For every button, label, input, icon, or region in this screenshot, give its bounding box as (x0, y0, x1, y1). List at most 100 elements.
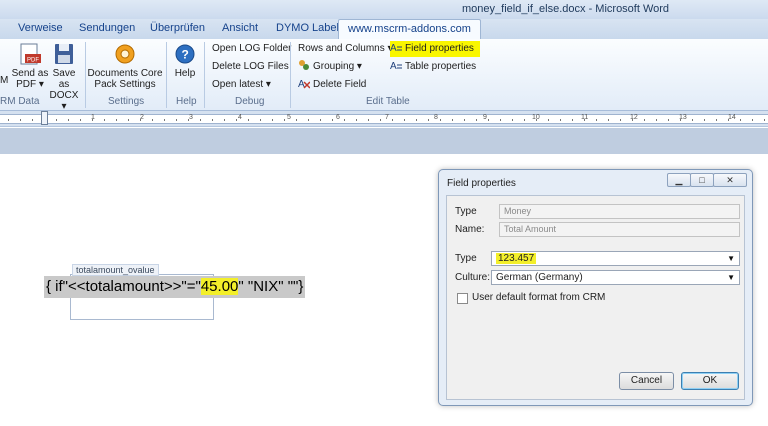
ruler-tick (68, 119, 69, 121)
group-label-help: Help (176, 96, 197, 107)
send-as-pdf-label: Send as (11, 68, 49, 79)
ruler-tick (260, 119, 261, 121)
ruler-tick (92, 119, 93, 121)
save-as-docx-label: Save as (52, 68, 76, 90)
ruler-number: 3 (189, 114, 193, 121)
rows-and-columns-button[interactable]: Rows and Columns ▾ (298, 41, 393, 57)
tab-dymo-label[interactable]: DYMO Label (276, 22, 339, 34)
open-log-folder-button[interactable]: Open LOG Folder (212, 41, 291, 57)
ruler-number: 9 (483, 114, 487, 121)
ruler-tick (572, 119, 573, 121)
table-properties-button[interactable]: A Table properties (390, 59, 476, 75)
ruler-tick (608, 119, 609, 121)
ruler-tick (104, 119, 105, 121)
tab-mscrm-addons[interactable]: www.mscrm-addons.com (338, 19, 481, 40)
tab-sendungen[interactable]: Sendungen (79, 22, 135, 34)
grouping-label: Grouping ▾ (313, 61, 362, 72)
pack-settings-label: Pack Settings (94, 79, 156, 90)
group-separator (85, 42, 86, 108)
close-button[interactable]: ✕ (713, 173, 747, 187)
type-label: Type (455, 206, 477, 217)
format-type-label: Type (455, 253, 477, 264)
group-label-debug: Debug (235, 96, 265, 107)
open-latest-button[interactable]: Open latest ▾ (212, 77, 271, 93)
ribbon-m-button[interactable]: M (0, 73, 8, 89)
svg-text:?: ? (182, 48, 189, 62)
ruler-tick (752, 119, 753, 121)
grouping-button[interactable]: Grouping ▾ (298, 59, 362, 75)
ruler-tick (212, 119, 213, 121)
user-default-format-checkbox[interactable] (457, 293, 468, 304)
ruler-tick (740, 119, 741, 121)
dialog-client-area: Type Money Name: Total Amount Type 123.4… (446, 195, 745, 400)
content-control-tag[interactable]: totalamount_ovalue (72, 264, 159, 276)
ruler-tick (140, 119, 141, 121)
gear-icon (112, 42, 138, 66)
ruler-tick (632, 119, 633, 121)
format-type-select[interactable]: 123.457 ▼ (491, 251, 740, 266)
send-as-pdf-label-2: PDF ▾ (16, 79, 44, 90)
ruler-tick (308, 119, 309, 121)
maximize-button[interactable]: □ (690, 173, 714, 187)
close-icon: ✕ (726, 175, 734, 185)
ruler-number: 14 (728, 114, 736, 121)
field-code-prefix: { if"<<totalamount>>"=" (46, 278, 201, 295)
name-field: Total Amount (499, 222, 740, 237)
ruler-tick (32, 119, 33, 121)
ruler-tick (116, 119, 117, 121)
ruler-tick (548, 119, 549, 121)
ruler-tick (476, 119, 477, 121)
tab-ueberpruefen[interactable]: Überprüfen (150, 22, 205, 34)
cancel-button[interactable]: Cancel (619, 372, 674, 390)
field-properties-button[interactable]: A Field properties (390, 41, 480, 57)
ruler-tick (560, 119, 561, 121)
ruler-tick (668, 119, 669, 121)
svg-text:A: A (390, 61, 397, 71)
minimize-button[interactable]: ▁ (667, 173, 691, 187)
ruler-tick (488, 119, 489, 121)
ok-button[interactable]: OK (681, 372, 739, 390)
ruler-tick (272, 119, 273, 121)
ruler-number: 4 (238, 114, 242, 121)
ruler-tick (416, 119, 417, 121)
maximize-icon: □ (699, 175, 705, 185)
ruler-tick (248, 119, 249, 121)
help-button[interactable]: ? Help (170, 42, 200, 79)
send-as-pdf-button[interactable]: PDF Send as PDF ▾ (11, 42, 49, 90)
ruler-tick (296, 119, 297, 121)
ruler-tick (440, 119, 441, 121)
ruler-number: 5 (287, 114, 291, 121)
document-background (0, 128, 768, 154)
floppy-disk-icon (51, 42, 77, 66)
table-properties-icon: A (390, 59, 402, 72)
save-as-docx-button[interactable]: Save as DOCX ▾ (47, 42, 81, 112)
dialog-title: Field properties (447, 178, 516, 189)
indent-marker[interactable] (41, 111, 48, 125)
documents-core-label: Documents Core (87, 68, 163, 79)
ruler-tick (728, 119, 729, 121)
field-properties-icon: A (390, 41, 402, 54)
culture-value: German (Germany) (496, 272, 583, 283)
tab-verweise[interactable]: Verweise (18, 22, 63, 34)
ruler-tick (428, 119, 429, 121)
delete-field-button[interactable]: A Delete Field (298, 77, 366, 93)
table-properties-label: Table properties (405, 61, 477, 72)
field-code[interactable]: { if"<<totalamount>>"="45.00" "NIX" ""} (44, 276, 306, 298)
group-separator (166, 42, 167, 108)
horizontal-ruler[interactable]: 1 2 3 4 5 6 7 8 9 10 11 12 13 14 (0, 114, 768, 124)
ruler-tick (644, 119, 645, 121)
ribbon: M PDF Send as PDF ▾ Save as DOCX ▾ RM Da… (0, 39, 768, 112)
format-type-value: 123.457 (496, 253, 537, 264)
delete-log-files-button[interactable]: Delete LOG Files (212, 59, 289, 75)
ruler-tick (56, 119, 57, 121)
culture-label: Culture: (455, 272, 491, 283)
minimize-icon: ▁ (675, 175, 683, 185)
ruler-tick (716, 119, 717, 121)
ruler-tick (584, 119, 585, 121)
documents-core-settings-button[interactable]: Documents Core Pack Settings (87, 42, 163, 90)
tab-ansicht[interactable]: Ansicht (222, 22, 258, 34)
ruler-tick (404, 119, 405, 121)
ruler-tick (152, 119, 153, 121)
culture-select[interactable]: German (Germany) ▼ (491, 270, 740, 285)
save-as-docx-label-2: DOCX ▾ (49, 90, 79, 112)
